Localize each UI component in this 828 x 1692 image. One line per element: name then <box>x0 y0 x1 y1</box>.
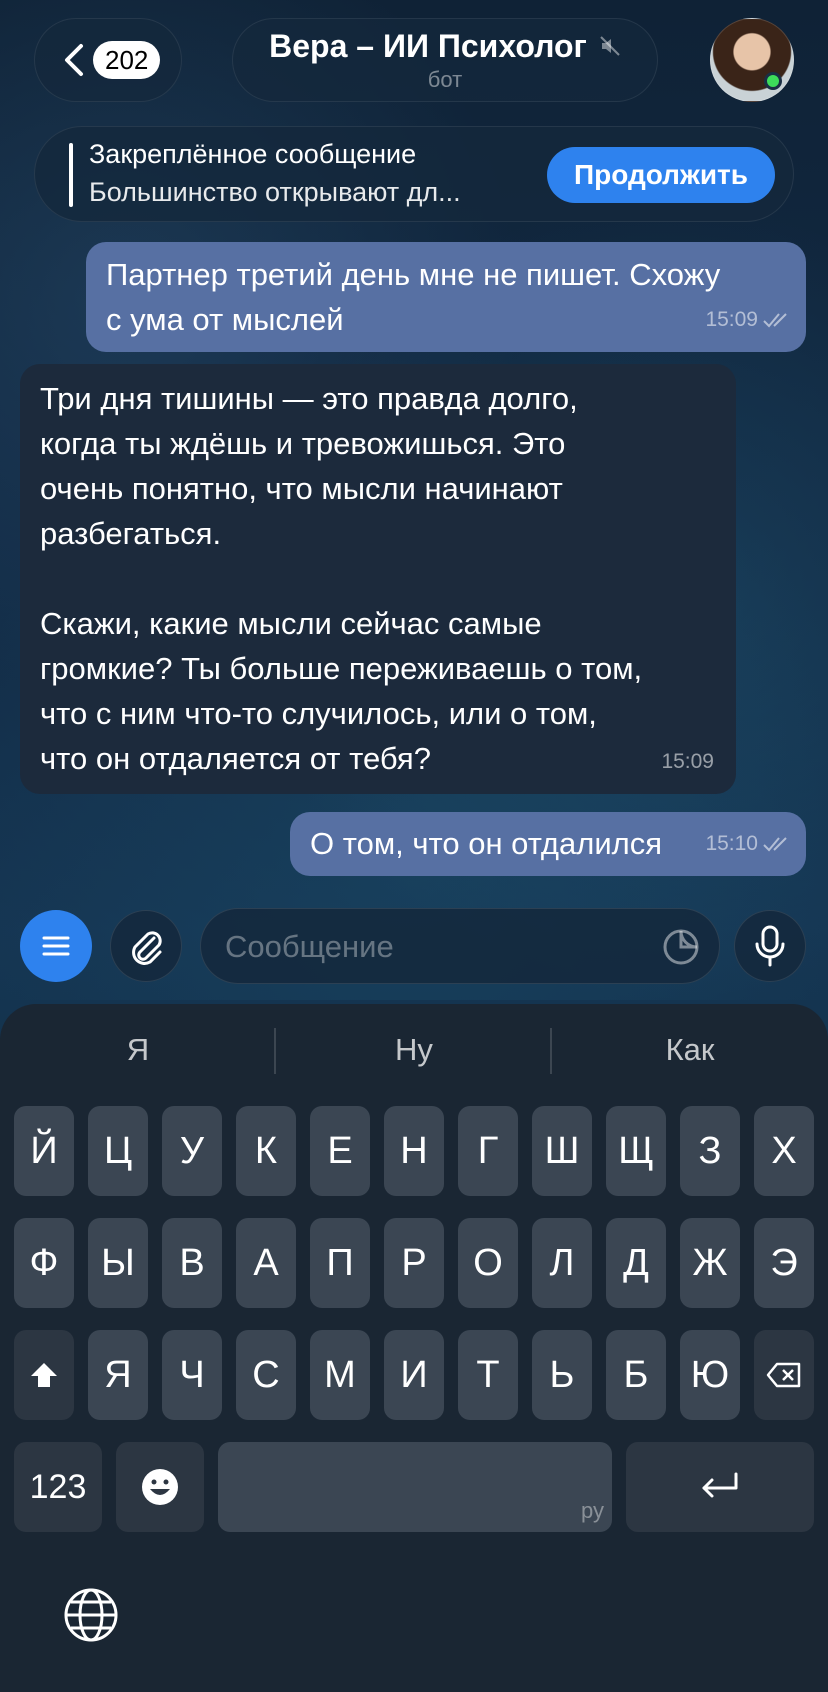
chat-title: Вера – ИИ Психолог <box>269 27 587 64</box>
key[interactable]: Ь <box>532 1330 592 1420</box>
double-check-icon <box>763 836 787 851</box>
message-outgoing[interactable]: О том, что он отдалился 15:10 <box>290 812 806 876</box>
chat-title-bar[interactable]: Вера – ИИ Психолог бот <box>232 18 658 102</box>
key[interactable]: Л <box>532 1218 592 1308</box>
message-time: 15:09 <box>705 297 792 342</box>
keyboard: Я Ну Как Й Ц У К Е Н Г Ш Щ З Х Ф Ы В А П… <box>0 1004 828 1692</box>
numbers-key[interactable]: 123 <box>14 1442 102 1532</box>
muted-icon <box>600 36 620 56</box>
backspace-icon <box>766 1362 801 1388</box>
online-status-dot <box>764 72 782 90</box>
key[interactable]: С <box>236 1330 296 1420</box>
continue-button[interactable]: Продолжить <box>547 147 775 203</box>
message-time: 15:10 <box>705 821 792 866</box>
key[interactable]: В <box>162 1218 222 1308</box>
key[interactable]: К <box>236 1106 296 1196</box>
pinned-indicator <box>69 143 73 207</box>
message-outgoing[interactable]: Партнер третий день мне не пишет. Схожу … <box>86 242 806 352</box>
message-time: 15:09 <box>661 739 714 784</box>
message-time-label: 15:09 <box>705 308 758 331</box>
return-key[interactable] <box>626 1442 814 1532</box>
suggestion-1[interactable]: Я <box>0 1032 276 1068</box>
shift-icon <box>31 1363 57 1387</box>
paperclip-icon <box>132 931 162 965</box>
key[interactable]: Ц <box>88 1106 148 1196</box>
space-key[interactable]: ру <box>218 1442 612 1532</box>
suggestion-3[interactable]: Как <box>552 1032 828 1068</box>
key[interactable]: О <box>458 1218 518 1308</box>
key[interactable]: Б <box>606 1330 666 1420</box>
menu-icon <box>42 936 70 956</box>
key[interactable]: П <box>310 1218 370 1308</box>
key[interactable]: Ы <box>88 1218 148 1308</box>
shift-key[interactable] <box>14 1330 74 1420</box>
attach-button[interactable] <box>110 910 182 982</box>
emoji-icon <box>142 1469 178 1505</box>
message-text: Три дня тишины — это правда долго, когда… <box>40 381 643 776</box>
chevron-left-icon <box>65 44 83 76</box>
key[interactable]: Я <box>88 1330 148 1420</box>
voice-record-button[interactable] <box>734 910 806 982</box>
bot-menu-button[interactable] <box>20 910 92 982</box>
key[interactable]: Ш <box>532 1106 592 1196</box>
suggestion-2[interactable]: Ну <box>276 1032 552 1068</box>
emoji-key[interactable] <box>116 1442 204 1532</box>
message-input-placeholder: Сообщение <box>225 929 394 964</box>
key[interactable]: Г <box>458 1106 518 1196</box>
key[interactable]: У <box>162 1106 222 1196</box>
back-button[interactable]: 202 <box>34 18 182 102</box>
sticker-icon[interactable] <box>661 927 701 967</box>
chat-subtitle: бот <box>427 66 463 92</box>
key[interactable]: Д <box>606 1218 666 1308</box>
key[interactable]: Ч <box>162 1330 222 1420</box>
pinned-message[interactable]: Закреплённое сообщение Большинство откры… <box>34 126 794 222</box>
key[interactable]: Р <box>384 1218 444 1308</box>
key[interactable]: Э <box>754 1218 814 1308</box>
pinned-title: Закреплённое сообщение <box>89 139 417 169</box>
double-check-icon <box>763 312 787 327</box>
unread-count-badge: 202 <box>93 41 161 79</box>
key[interactable]: Ю <box>680 1330 740 1420</box>
pinned-text: Большинство открывают дл... <box>89 177 461 207</box>
backspace-key[interactable] <box>754 1330 814 1420</box>
microphone-icon <box>755 925 785 967</box>
message-time-label: 15:10 <box>705 832 758 855</box>
key[interactable]: Т <box>458 1330 518 1420</box>
globe-icon[interactable] <box>62 1586 120 1644</box>
message-text: Партнер третий день мне не пишет. Схожу … <box>106 257 721 337</box>
key[interactable]: Ж <box>680 1218 740 1308</box>
key[interactable]: Й <box>14 1106 74 1196</box>
key[interactable]: Ф <box>14 1218 74 1308</box>
keyboard-language-label: ру <box>581 1498 604 1523</box>
avatar[interactable] <box>710 18 794 102</box>
key[interactable]: Е <box>310 1106 370 1196</box>
key[interactable]: Н <box>384 1106 444 1196</box>
message-time-label: 15:09 <box>661 750 714 773</box>
key[interactable]: И <box>384 1330 444 1420</box>
message-text: О том, что он отдалился <box>310 826 663 861</box>
return-icon <box>702 1472 738 1498</box>
message-incoming[interactable]: Три дня тишины — это правда долго, когда… <box>20 364 736 794</box>
key[interactable]: З <box>680 1106 740 1196</box>
key[interactable]: М <box>310 1330 370 1420</box>
key[interactable]: А <box>236 1218 296 1308</box>
message-input[interactable]: Сообщение <box>200 908 720 984</box>
key[interactable]: Щ <box>606 1106 666 1196</box>
key[interactable]: Х <box>754 1106 814 1196</box>
